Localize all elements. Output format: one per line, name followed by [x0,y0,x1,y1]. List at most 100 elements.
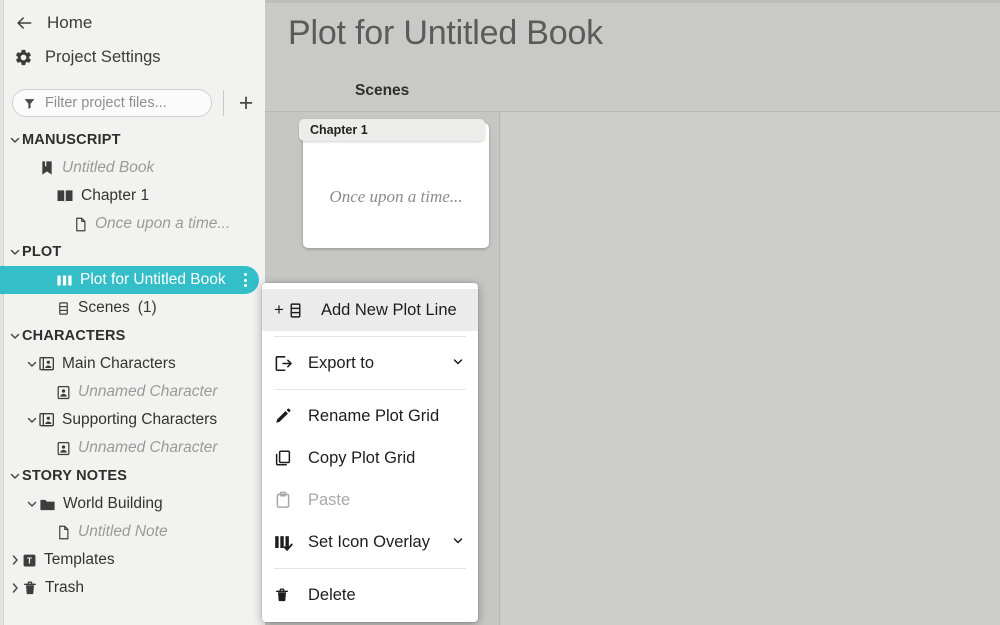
sidebar-item-plot[interactable]: PLOT [0,238,265,266]
sidebar-item-label: Untitled Note [78,523,168,540]
project-settings-button[interactable]: Project Settings [0,40,265,74]
sidebar-item-count: (1) [137,299,157,316]
menu-item-export-to[interactable]: Export to [262,342,478,384]
icon-overlay-icon [274,533,304,552]
scenes-icon [56,301,71,316]
book-bookmark-icon [39,160,55,176]
svg-text:T: T [27,556,32,565]
trash-icon [22,580,38,596]
home-button[interactable]: Home [0,6,265,40]
menu-item-delete[interactable]: Delete [262,574,478,616]
scene-card[interactable]: Chapter 1 Once upon a time... [299,119,489,248]
add-item-button[interactable]: + [231,88,261,118]
document-icon [73,217,88,232]
sidebar-item-label: STORY NOTES [22,468,128,484]
sidebar-item-label: Templates [44,551,115,568]
chevron-down-icon[interactable] [452,356,464,371]
search-input[interactable] [43,94,197,112]
project-settings-label: Project Settings [45,47,161,66]
scene-card-text: Once upon a time... [329,186,463,206]
plot-grid-empty-area [501,112,1000,625]
character-stack-icon [39,356,55,372]
sidebar-item-templates[interactable]: T Templates [0,546,265,574]
sidebar-item-label: Main Characters [62,355,176,372]
scenes-column-header: Scenes [355,82,410,99]
sidebar-item-once-upon-a-time[interactable]: Once upon a time... [0,210,265,238]
document-icon [56,525,71,540]
sidebar-item-label: Plot for Untitled Book [80,271,226,288]
chevron-down-icon[interactable] [8,246,22,258]
menu-item-label: Export to [308,353,375,372]
gear-icon [14,48,33,67]
copy-icon [274,449,304,467]
open-book-icon [56,187,74,205]
folder-icon [39,496,56,513]
sidebar-item-label: PLOT [22,244,62,260]
sidebar-item-untitled-note[interactable]: Untitled Note [0,518,265,546]
sidebar-item-supporting-characters[interactable]: Supporting Characters [0,406,265,434]
app-window: Home Project Settings + MANUSC [0,0,1000,625]
sidebar-left-edge [0,0,4,625]
sidebar-item-manuscript[interactable]: MANUSCRIPT [0,126,265,154]
character-icon [56,441,71,456]
plot-grid-icon [56,272,73,289]
chevron-down-icon[interactable] [452,535,464,550]
menu-item-set-icon-overlay[interactable]: Set Icon Overlay [262,521,478,563]
chevron-right-icon[interactable] [8,582,22,594]
chevron-down-icon[interactable] [8,134,22,146]
character-icon [56,385,71,400]
sidebar-item-scenes[interactable]: Scenes (1) [0,294,265,322]
filter-bar: + [0,84,265,122]
sidebar-item-label: Once upon a time... [95,215,231,232]
funnel-icon [23,97,36,110]
template-icon: T [22,553,37,568]
pencil-icon [274,407,304,425]
menu-item-label: Delete [308,585,356,604]
chevron-down-icon[interactable] [8,330,22,342]
menu-item-rename-plot-grid[interactable]: Rename Plot Grid [262,395,478,437]
chevron-down-icon[interactable] [25,358,39,370]
chevron-down-icon[interactable] [25,498,39,510]
sidebar-item-label: Unnamed Character [78,383,218,400]
sidebar-item-label: Scenes [78,299,130,316]
sidebar-item-story-notes[interactable]: STORY NOTES [0,462,265,490]
menu-item-label: Paste [308,490,351,509]
sidebar-item-unnamed-character[interactable]: Unnamed Character [0,378,265,406]
clipboard-icon [274,491,304,509]
menu-divider [274,568,466,569]
menu-item-label: Copy Plot Grid [308,448,416,467]
sidebar-item-characters[interactable]: CHARACTERS [0,322,265,350]
header-top-line [265,0,1000,3]
row-options-menu-button[interactable] [244,273,247,287]
sidebar-item-label: MANUSCRIPT [22,132,121,148]
sidebar-item-untitled-book[interactable]: Untitled Book [0,154,265,182]
sidebar-item-plot-for-untitled-book[interactable]: Plot for Untitled Book [0,266,259,294]
chevron-right-icon[interactable] [8,554,22,566]
sidebar-item-main-characters[interactable]: Main Characters [0,350,265,378]
sidebar-item-label: Supporting Characters [62,411,218,428]
scene-card-tab-label: Chapter 1 [310,123,368,137]
plus-icon: + [274,300,284,319]
chevron-down-icon[interactable] [25,414,39,426]
toolbar-divider [223,90,224,116]
filter-input-wrap[interactable] [12,89,212,117]
menu-item-copy-plot-grid[interactable]: Copy Plot Grid [262,437,478,479]
scene-card-tab[interactable]: Chapter 1 [299,119,485,141]
chevron-down-icon[interactable] [8,470,22,482]
page-title: Plot for Untitled Book [288,14,603,52]
character-stack-icon [39,412,55,428]
sidebar-item-label: Trash [45,579,85,596]
export-icon [274,354,304,373]
project-sidebar: Home Project Settings + MANUSC [0,0,265,625]
sidebar-item-trash[interactable]: Trash [0,574,265,602]
sidebar-item-unnamed-character[interactable]: Unnamed Character [0,434,265,462]
scene-card-body: Once upon a time... [303,145,489,248]
menu-item-label: Add New Plot Line [320,300,457,319]
sidebar-item-label: Chapter 1 [81,187,150,204]
sidebar-item-label: CHARACTERS [22,328,126,344]
sidebar-item-world-building[interactable]: World Building [0,490,265,518]
sidebar-item-chapter-1[interactable]: Chapter 1 [0,182,265,210]
menu-item-label: Rename Plot Grid [308,406,440,425]
menu-item-add-new-plot-line[interactable]: + Add New Plot Line [262,289,478,331]
context-menu: + Add New Plot Line Export to Rename Plot G… [262,283,478,622]
